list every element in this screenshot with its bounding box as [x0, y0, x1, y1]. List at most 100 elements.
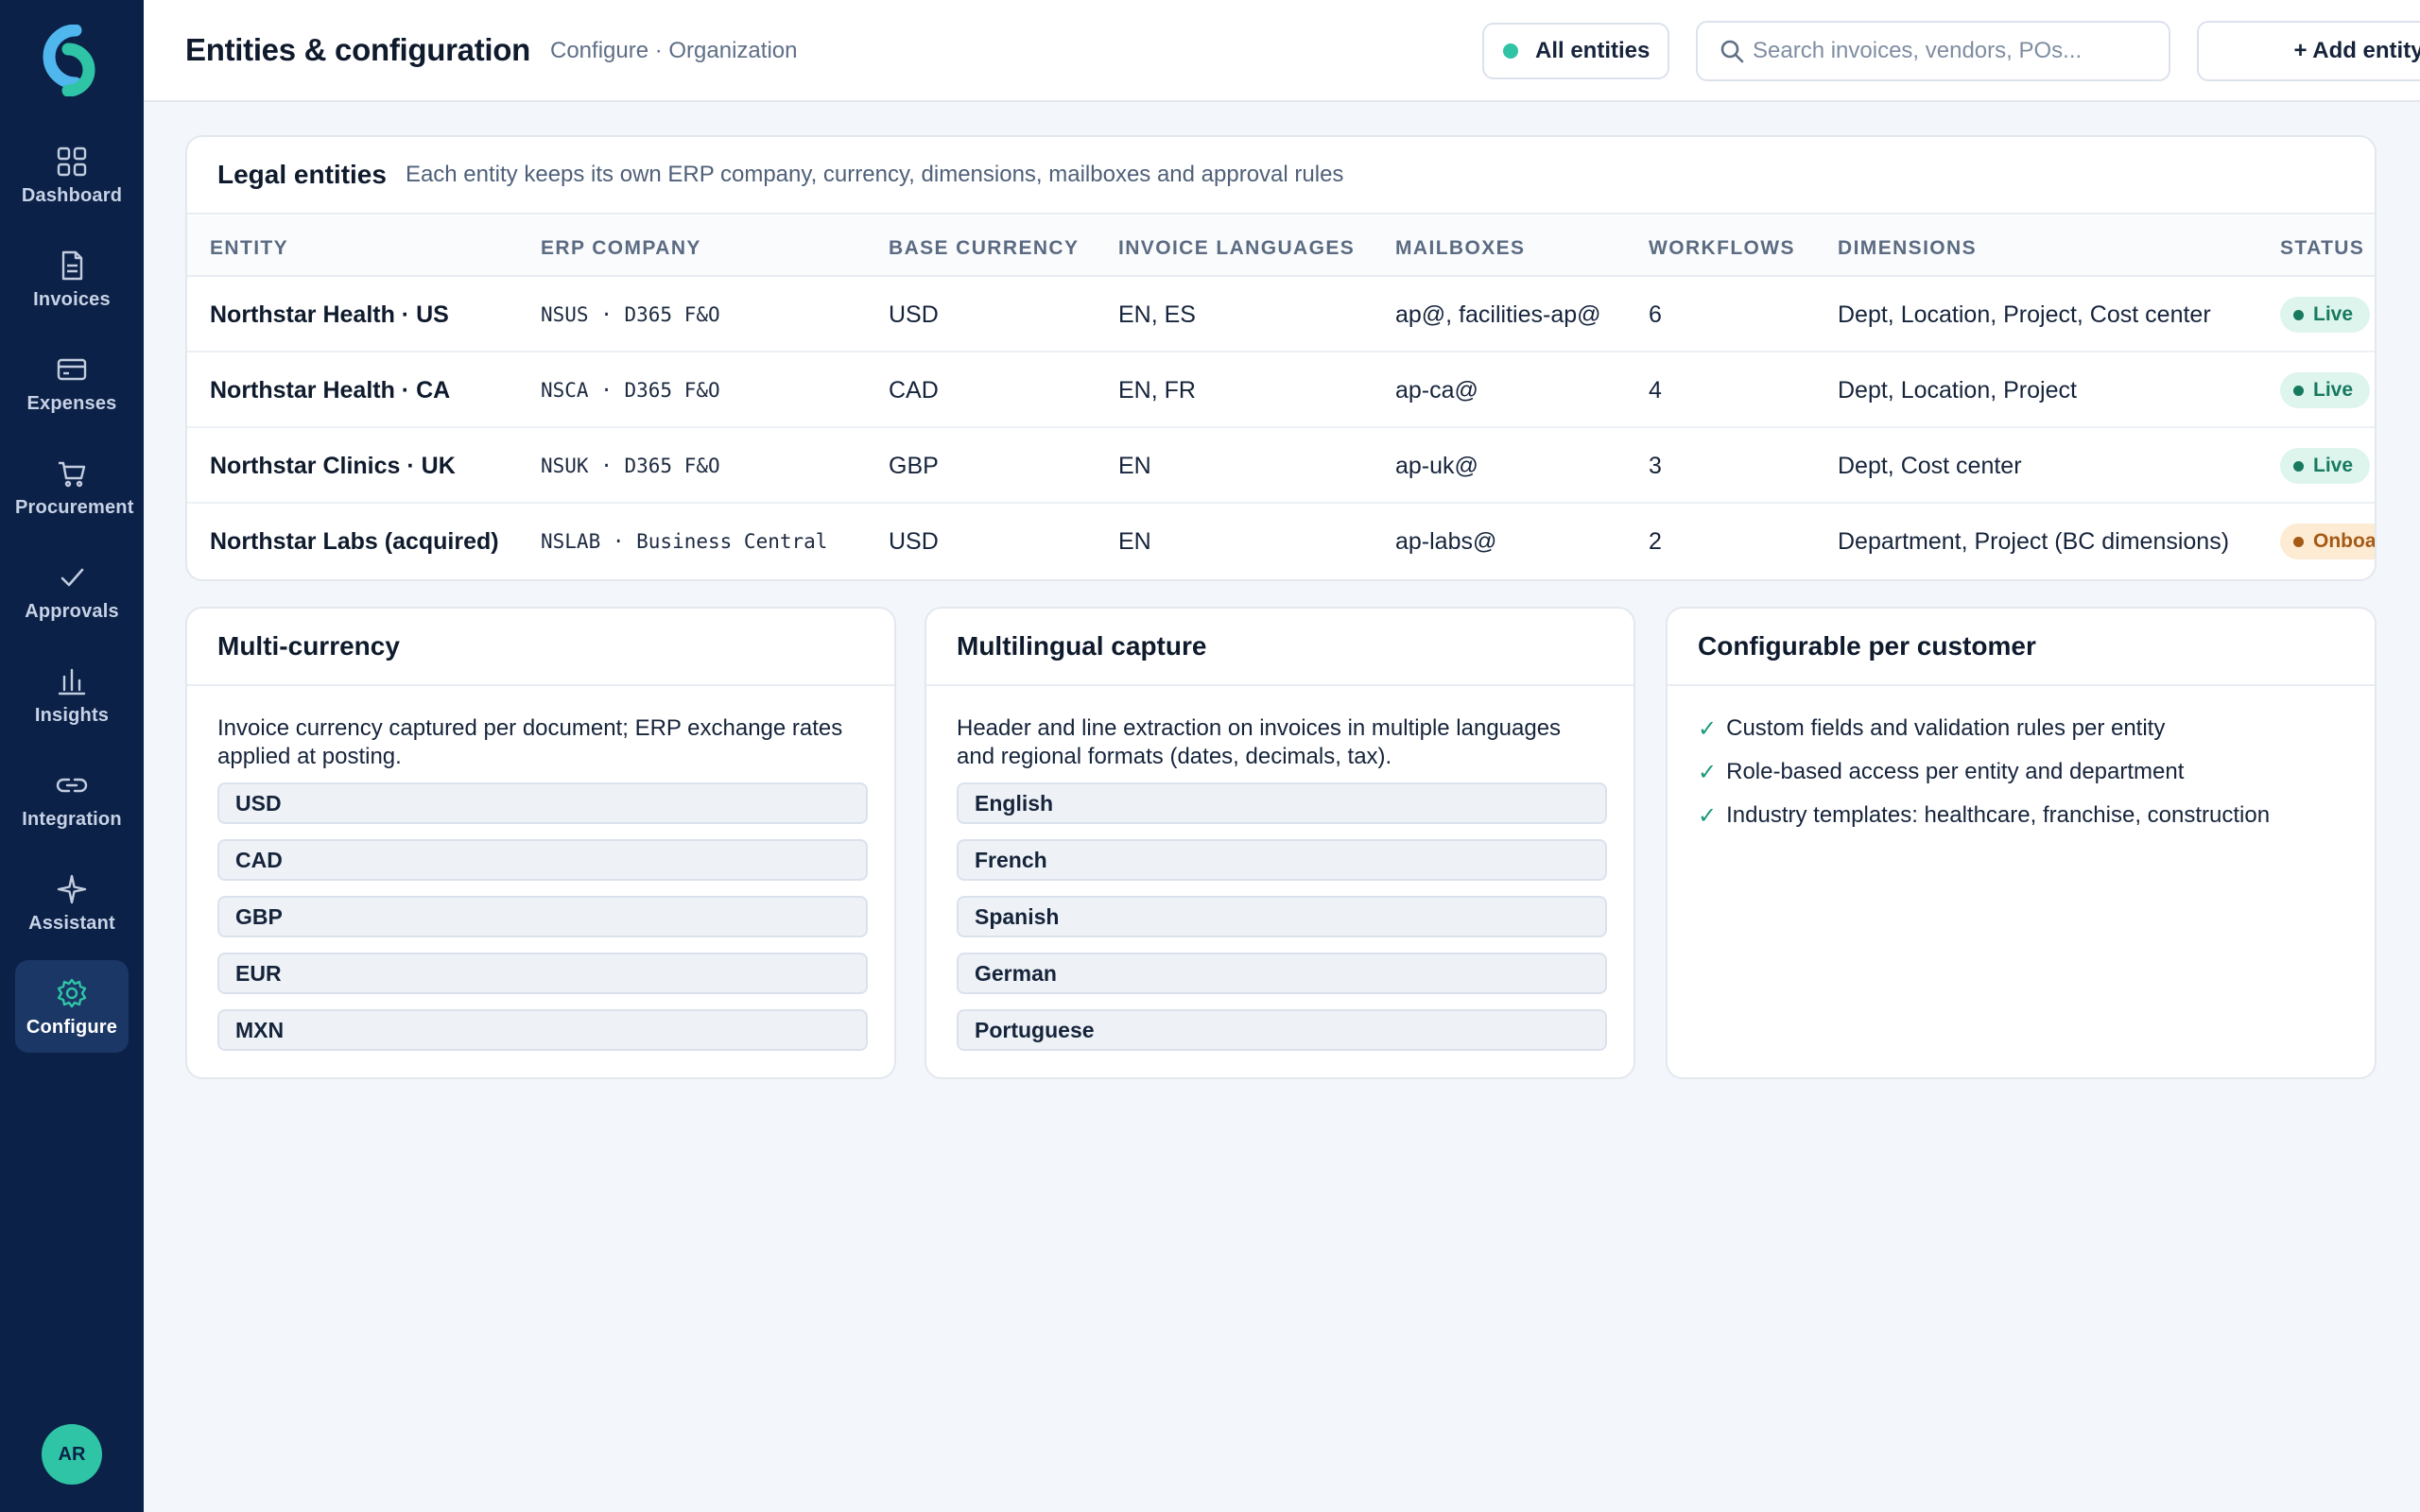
feature-label: Role-based access per entity and departm… [1726, 759, 2185, 784]
entity-name[interactable]: Northstar Clinics · UK [210, 453, 456, 480]
currency-chip[interactable]: USD [217, 782, 868, 824]
sidebar-item-invoices[interactable]: Invoices [15, 232, 129, 325]
sidebar-item-label: Assistant [28, 913, 115, 934]
sidebar-item-dashboard[interactable]: Dashboard [15, 129, 129, 221]
grid-icon [57, 146, 87, 177]
entity-name[interactable]: Northstar Health · US [210, 301, 449, 329]
app-logo[interactable] [34, 25, 110, 96]
status-dot-icon [2293, 309, 2304, 320]
card-header: Multi-currency [187, 609, 894, 686]
currency-chip[interactable]: GBP [217, 896, 868, 937]
checkmark-icon: ✓ [1698, 802, 1718, 829]
card-header: Multilingual capture [926, 609, 1634, 686]
sidebar-item-label: Insights [34, 705, 110, 726]
column-header-invoice-languages[interactable]: INVOICE LANGUAGES [1118, 237, 1355, 260]
sidebar-item-label: Approvals [25, 601, 119, 622]
table-header: ENTITY ERP COMPANY BASE CURRENCY INVOICE… [187, 216, 2375, 277]
mailboxes: ap-uk@ [1395, 453, 1478, 479]
sidebar-item-label: Configure [26, 1017, 118, 1038]
checkmark-icon: ✓ [1698, 759, 1718, 785]
column-header-status[interactable]: STATUS [2280, 237, 2364, 260]
language-list: English French Spanish German Portuguese [957, 782, 1607, 1051]
sidebar-item-expenses[interactable]: Expenses [15, 336, 129, 429]
card-description: Invoice currency captured per document; … [217, 715, 843, 769]
status-label: Onboa [2313, 530, 2377, 552]
status-label: Live [2313, 303, 2354, 325]
workflows-count: 2 [1649, 528, 1662, 555]
mailboxes: ap-labs@ [1395, 528, 1497, 555]
entity-name[interactable]: Northstar Labs (acquired) [210, 528, 499, 556]
card-header: Configurable per customer [1668, 609, 2375, 686]
dimensions: Department, Project (BC dimensions) [1838, 528, 2230, 555]
table-row[interactable]: Northstar Health · CA NSCA · D365 F&O CA… [187, 352, 2375, 428]
column-header-base-currency[interactable]: BASE CURRENCY [889, 237, 1079, 260]
column-header-mailboxes[interactable]: MAILBOXES [1395, 237, 1525, 260]
table-row[interactable]: Northstar Health · US NSUS · D365 F&O US… [187, 277, 2375, 352]
currency-chip[interactable]: CAD [217, 839, 868, 881]
status-dot-icon [2293, 536, 2304, 547]
erp-company: NSUS · D365 F&O [541, 303, 720, 326]
status-badge: Live [2280, 297, 2371, 333]
multi-currency-card: Multi-currency Invoice currency captured… [185, 607, 896, 1079]
language-chip[interactable]: English [957, 782, 1607, 824]
sidebar-item-label: Expenses [26, 393, 117, 414]
cart-icon [59, 461, 86, 488]
add-entity-button[interactable]: + Add entity [2197, 21, 2420, 81]
sidebar-item-insights[interactable]: Insights [15, 648, 129, 741]
language-chip[interactable]: German [957, 953, 1607, 994]
status-dot-icon [2293, 385, 2304, 396]
checkmark-icon: ✓ [1698, 715, 1718, 742]
sidebar-item-approvals[interactable]: Approvals [15, 544, 129, 637]
column-header-dimensions[interactable]: DIMENSIONS [1838, 237, 1977, 260]
sidebar-item-procurement[interactable]: Procurement [15, 440, 134, 533]
base-currency: GBP [889, 453, 939, 479]
sidebar: Dashboard Invoices Expenses Procurement … [0, 0, 144, 1512]
search-icon [1720, 40, 1744, 63]
entity-filter-button[interactable]: All entities [1482, 23, 1669, 79]
language-chip[interactable]: Spanish [957, 896, 1607, 937]
page-title: Entities & configuration [185, 32, 530, 67]
card-body: Invoice currency captured per document; … [187, 686, 894, 1051]
sidebar-item-assistant[interactable]: Assistant [15, 856, 129, 949]
status-label: Live [2313, 455, 2354, 476]
bar-chart-icon [58, 668, 86, 696]
sidebar-item-label: Dashboard [21, 185, 123, 206]
mailboxes: ap-ca@ [1395, 377, 1478, 404]
dimensions: Dept, Location, Project, Cost center [1838, 301, 2211, 328]
feature-label: Industry templates: healthcare, franchis… [1726, 802, 2271, 828]
check-icon [60, 568, 84, 587]
table-row[interactable]: Northstar Clinics · UK NSUK · D365 F&O G… [187, 428, 2375, 504]
erp-company: NSUK · D365 F&O [541, 455, 720, 477]
status-badge: Live [2280, 448, 2371, 484]
invoice-languages: EN, FR [1118, 377, 1196, 404]
document-icon [61, 250, 83, 281]
language-chip[interactable]: French [957, 839, 1607, 881]
entity-name[interactable]: Northstar Health · CA [210, 377, 450, 404]
status-dot-icon [2293, 460, 2304, 472]
card-description: Header and line extraction on invoices i… [957, 715, 1562, 769]
workflows-count: 4 [1649, 377, 1662, 404]
configurable-card: Configurable per customer ✓ Custom field… [1666, 607, 2377, 1079]
card-subtitle: Each entity keeps its own ERP company, c… [405, 162, 1344, 187]
search-input[interactable] [1753, 38, 2150, 64]
table-row[interactable]: Northstar Labs (acquired) NSLAB · Busine… [187, 504, 2375, 579]
currency-list: USD CAD GBP EUR MXN [217, 782, 868, 1051]
language-chip[interactable]: Portuguese [957, 1009, 1607, 1051]
currency-chip[interactable]: EUR [217, 953, 868, 994]
sidebar-item-label: Integration [22, 809, 122, 830]
entity-filter-label: All entities [1535, 38, 1651, 63]
sidebar-item-configure[interactable]: Configure [15, 960, 129, 1053]
sidebar-item-integration[interactable]: Integration [15, 752, 129, 845]
workflows-count: 6 [1649, 301, 1662, 328]
workflows-count: 3 [1649, 453, 1662, 479]
sidebar-item-label: Procurement [15, 497, 134, 518]
card-title: Multi-currency [217, 631, 400, 661]
invoice-languages: EN [1118, 453, 1151, 479]
column-header-workflows[interactable]: WORKFLOWS [1649, 237, 1795, 260]
column-header-entity[interactable]: ENTITY [210, 237, 288, 260]
avatar[interactable]: AR [42, 1424, 102, 1485]
search-box[interactable] [1696, 21, 2170, 81]
column-header-erp-company[interactable]: ERP COMPANY [541, 237, 701, 260]
dimensions: Dept, Cost center [1838, 453, 2022, 479]
currency-chip[interactable]: MXN [217, 1009, 868, 1051]
